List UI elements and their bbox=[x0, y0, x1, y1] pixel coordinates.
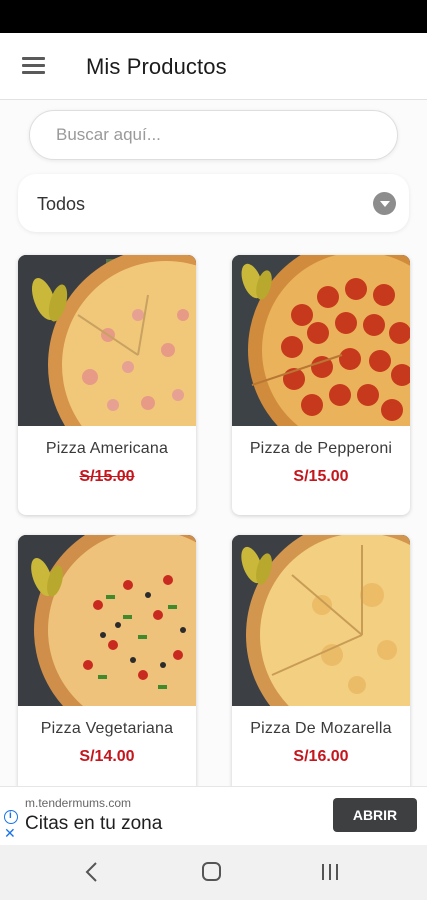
app-bar: Mis Productos bbox=[0, 33, 427, 100]
product-card[interactable]: Pizza de Pepperoni S/15.00 bbox=[232, 255, 410, 515]
product-price: S/15.00 bbox=[293, 468, 349, 485]
product-price: S/16.00 bbox=[293, 748, 349, 765]
product-name: Pizza Americana bbox=[45, 440, 169, 457]
category-select-value: Todos bbox=[37, 194, 86, 214]
ad-info-icon[interactable] bbox=[4, 810, 18, 824]
ad-open-button[interactable]: ABRIR bbox=[333, 798, 417, 832]
product-card[interactable]: Pizza Vegetariana S/14.00 bbox=[18, 535, 196, 786]
product-price: S/15.00 bbox=[79, 468, 135, 485]
page-title: Mis Productos bbox=[86, 54, 227, 79]
pizza-mozarella-image bbox=[232, 535, 410, 706]
home-icon[interactable] bbox=[200, 859, 224, 885]
recent-apps-icon[interactable] bbox=[318, 859, 342, 885]
pizza-vegetariana-image bbox=[18, 535, 196, 706]
product-name: Pizza De Mozarella bbox=[250, 720, 392, 737]
product-card[interactable]: Pizza De Mozarella S/16.00 bbox=[232, 535, 410, 786]
pizza-pepperoni-image bbox=[232, 255, 410, 426]
ad-banner[interactable]: ✕ m.tendermums.com Citas en tu zona ABRI… bbox=[0, 786, 427, 845]
main-content: Todos bbox=[0, 100, 427, 786]
pizza-americana-image bbox=[18, 255, 196, 426]
close-icon[interactable]: ✕ bbox=[4, 825, 16, 842]
search-box[interactable] bbox=[29, 110, 398, 160]
dropdown-arrow-icon[interactable] bbox=[373, 192, 396, 215]
menu-icon[interactable] bbox=[18, 53, 50, 79]
search-input[interactable] bbox=[54, 124, 397, 146]
back-icon[interactable] bbox=[82, 859, 102, 885]
product-name: Pizza de Pepperoni bbox=[249, 440, 393, 457]
ad-domain: m.tendermums.com bbox=[25, 796, 132, 810]
product-card[interactable]: Pizza Americana S/15.00 bbox=[18, 255, 196, 515]
product-name: Pizza Vegetariana bbox=[40, 720, 174, 737]
category-select[interactable]: Todos bbox=[18, 174, 409, 232]
ad-headline: Citas en tu zona bbox=[25, 813, 163, 834]
product-price: S/14.00 bbox=[79, 748, 135, 765]
system-navigation-bar bbox=[0, 845, 427, 900]
status-bar bbox=[0, 0, 427, 33]
